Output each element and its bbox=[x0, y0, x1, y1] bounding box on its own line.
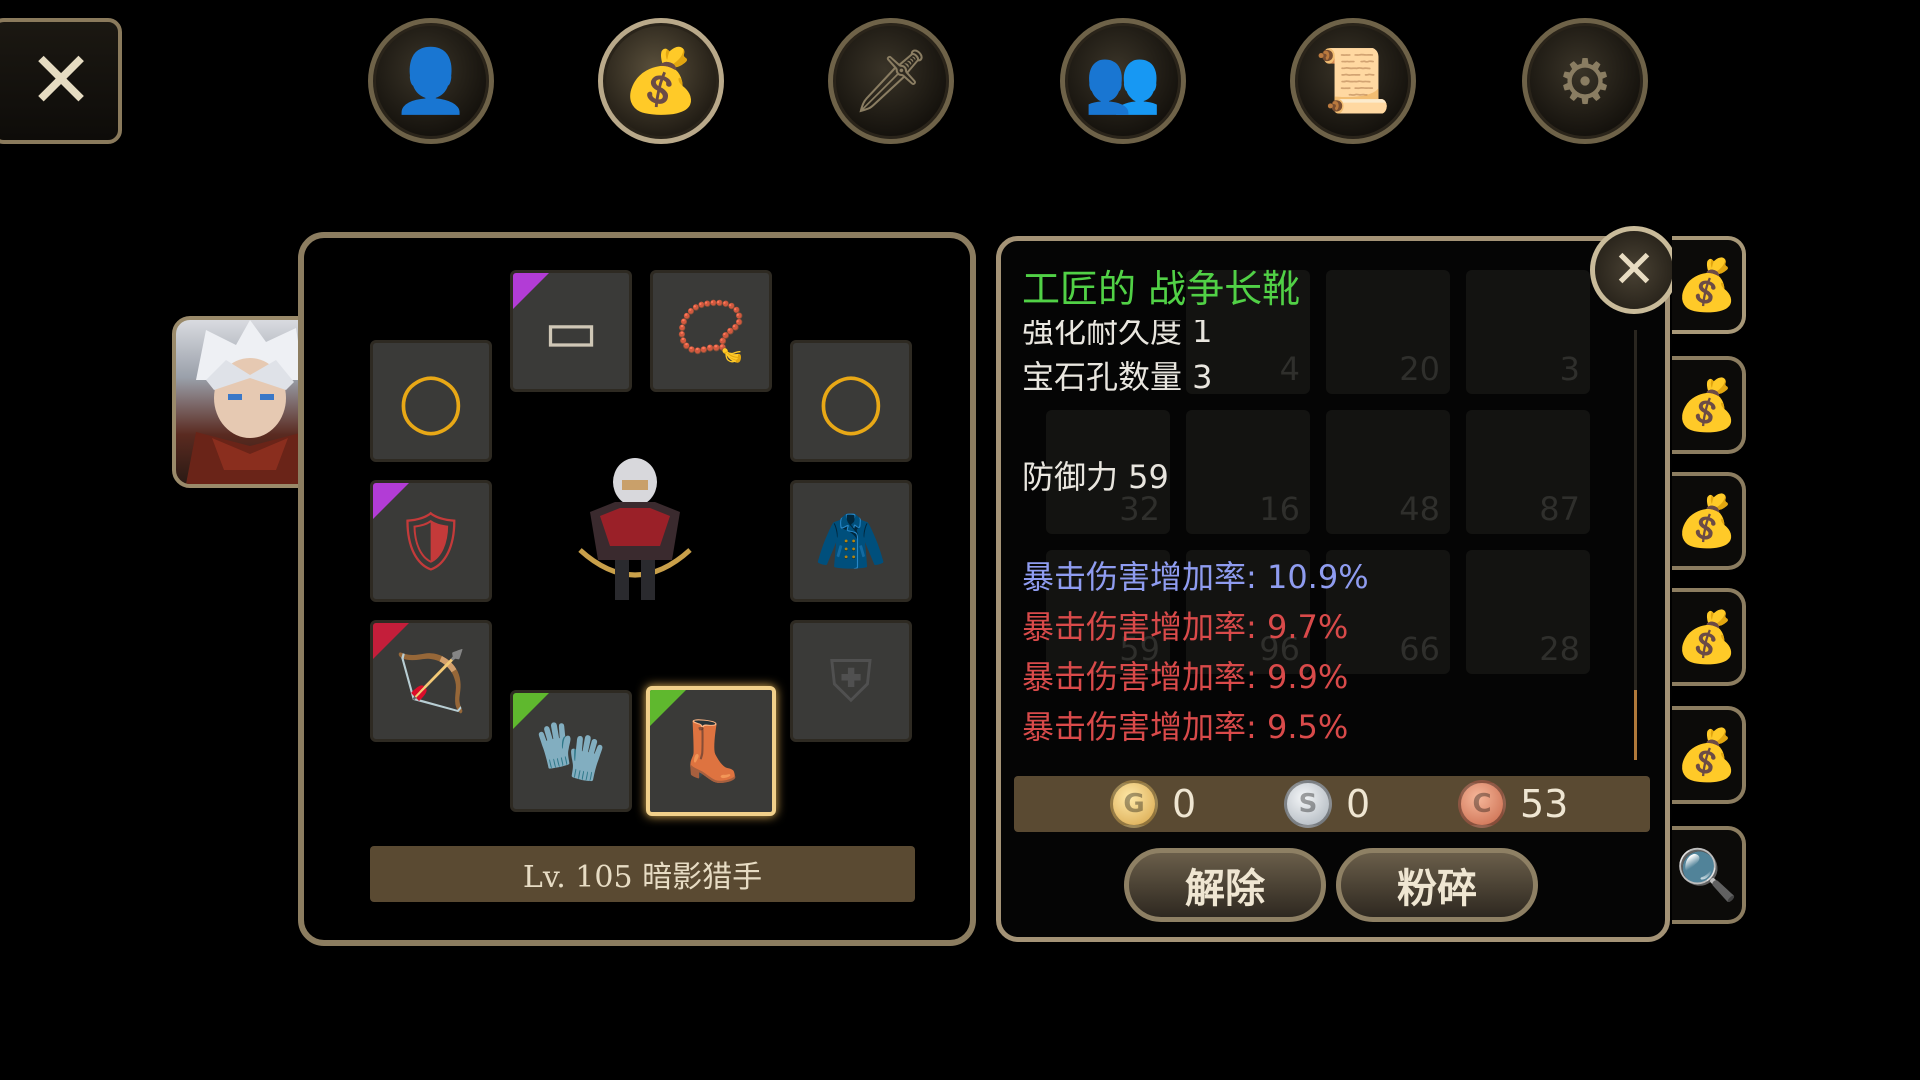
bag-tab-2[interactable]: 💰 bbox=[1672, 356, 1746, 454]
bag-icon: 💰 bbox=[1675, 255, 1739, 314]
bag-tab-1[interactable]: 💰 bbox=[1672, 236, 1746, 334]
level-text: Lv. 105 暗影猎手 bbox=[522, 860, 763, 895]
silver-coin-icon: S bbox=[1284, 780, 1332, 828]
gauntlet-icon: 🧤 bbox=[534, 717, 608, 785]
rarity-corner bbox=[650, 690, 686, 726]
slot-offhand[interactable]: ⛨ bbox=[790, 620, 912, 742]
item-stat-sockets: 宝石孔数量 3 bbox=[1022, 358, 1213, 396]
gold-coin-icon: G bbox=[1110, 780, 1158, 828]
character-sprite bbox=[578, 458, 692, 600]
bag-icon: 💰 bbox=[1675, 375, 1739, 434]
gold-amount: 0 bbox=[1172, 782, 1197, 826]
unequip-button[interactable]: 解除 bbox=[1124, 848, 1326, 922]
scroll-question-icon: 📜 bbox=[1314, 44, 1392, 117]
rarity-corner bbox=[373, 483, 409, 519]
bg-inventory-cell: 28 bbox=[1466, 550, 1590, 674]
bg-inventory-cell: 48 bbox=[1326, 410, 1450, 534]
bag-icon: 💰 bbox=[622, 44, 700, 117]
bag-tab-4[interactable]: 💰 bbox=[1672, 588, 1746, 686]
bg-inventory-cell: 87 bbox=[1466, 410, 1590, 534]
tab-inventory[interactable]: 💰 bbox=[598, 18, 724, 144]
item-stat-defense: 防御力 59 bbox=[1022, 458, 1169, 496]
slot-shoulder[interactable]: 🛡 bbox=[370, 480, 492, 602]
destroy-label: 粉碎 bbox=[1397, 866, 1477, 912]
bg-inventory-cell: 3 bbox=[1466, 270, 1590, 394]
ring-icon: ◯ bbox=[818, 367, 884, 435]
detail-close-button[interactable]: ✕ bbox=[1590, 226, 1678, 314]
bag-tab-5[interactable]: 💰 bbox=[1672, 706, 1746, 804]
rarity-corner bbox=[513, 273, 549, 309]
tab-party[interactable]: 👥 bbox=[1060, 18, 1186, 144]
bow-icon: 🏹 bbox=[394, 647, 468, 715]
unequip-label: 解除 bbox=[1185, 866, 1265, 912]
item-name: 工匠的 战争长靴 bbox=[1022, 267, 1301, 311]
boot-icon: 👢 bbox=[674, 717, 748, 785]
tab-skills[interactable]: 🗡 bbox=[828, 18, 954, 144]
bag-icon: 💰 bbox=[1675, 725, 1739, 784]
tab-character[interactable]: 👤 bbox=[368, 18, 494, 144]
slot-ring-right[interactable]: ◯ bbox=[790, 340, 912, 462]
character-level-label: Lv. 105 暗影猎手 bbox=[370, 846, 915, 902]
tab-settings[interactable]: ⚙ bbox=[1522, 18, 1648, 144]
destroy-button[interactable]: 粉碎 bbox=[1336, 848, 1538, 922]
silver-amount: 0 bbox=[1346, 782, 1371, 826]
bag-tab-search[interactable]: 🔍 bbox=[1672, 826, 1746, 924]
slot-weapon[interactable]: 🏹 bbox=[370, 620, 492, 742]
rarity-corner bbox=[513, 693, 549, 729]
close-button[interactable]: ✕ bbox=[0, 18, 122, 144]
rarity-corner bbox=[373, 623, 409, 659]
group-icon: 👥 bbox=[1084, 44, 1162, 117]
slot-necklace[interactable]: 📿 bbox=[650, 270, 772, 392]
item-bonus-line: 暴击伤害增加率: 10.9% bbox=[1022, 558, 1369, 596]
slot-gloves[interactable]: 🧤 bbox=[510, 690, 632, 812]
tab-quest[interactable]: 📜 bbox=[1290, 18, 1416, 144]
necklace-icon: 📿 bbox=[674, 297, 748, 365]
bg-inventory-cell: 16 bbox=[1186, 410, 1310, 534]
item-bonus-line: 暴击伤害增加率: 9.9% bbox=[1022, 658, 1349, 696]
bag-tab-3[interactable]: 💰 bbox=[1672, 472, 1746, 570]
copper-coin-icon: C bbox=[1458, 780, 1506, 828]
close-icon: ✕ bbox=[1612, 240, 1656, 300]
close-icon: ✕ bbox=[28, 36, 94, 126]
search-bag-icon: 🔍 bbox=[1675, 845, 1739, 904]
gear-icon: ⚙ bbox=[1557, 44, 1613, 118]
shoulder-armor-icon: 🛡 bbox=[394, 507, 468, 575]
cloak-icon: 🧥 bbox=[814, 507, 888, 575]
slot-boots[interactable]: 👢 bbox=[646, 686, 776, 816]
ring-icon: ◯ bbox=[398, 367, 464, 435]
bag-icon: 💰 bbox=[1675, 607, 1739, 666]
shield-empty-icon: ⛨ bbox=[829, 647, 873, 715]
detail-scrollbar-thumb[interactable] bbox=[1634, 690, 1637, 760]
bag-icon: 💰 bbox=[1675, 491, 1739, 550]
copper-amount: 53 bbox=[1520, 782, 1569, 826]
slot-ring-left[interactable]: ◯ bbox=[370, 340, 492, 462]
bg-inventory-cell: 20 bbox=[1326, 270, 1450, 394]
item-bonus-line: 暴击伤害增加率: 9.5% bbox=[1022, 708, 1349, 746]
item-bonus-line: 暴击伤害增加率: 9.7% bbox=[1022, 608, 1349, 646]
slot-cloak[interactable]: 🧥 bbox=[790, 480, 912, 602]
sword-compass-icon: 🗡 bbox=[851, 44, 931, 117]
head-icon: 👤 bbox=[392, 44, 470, 117]
headband-icon: ▭ bbox=[543, 297, 599, 365]
slot-helmet[interactable]: ▭ bbox=[510, 270, 632, 392]
